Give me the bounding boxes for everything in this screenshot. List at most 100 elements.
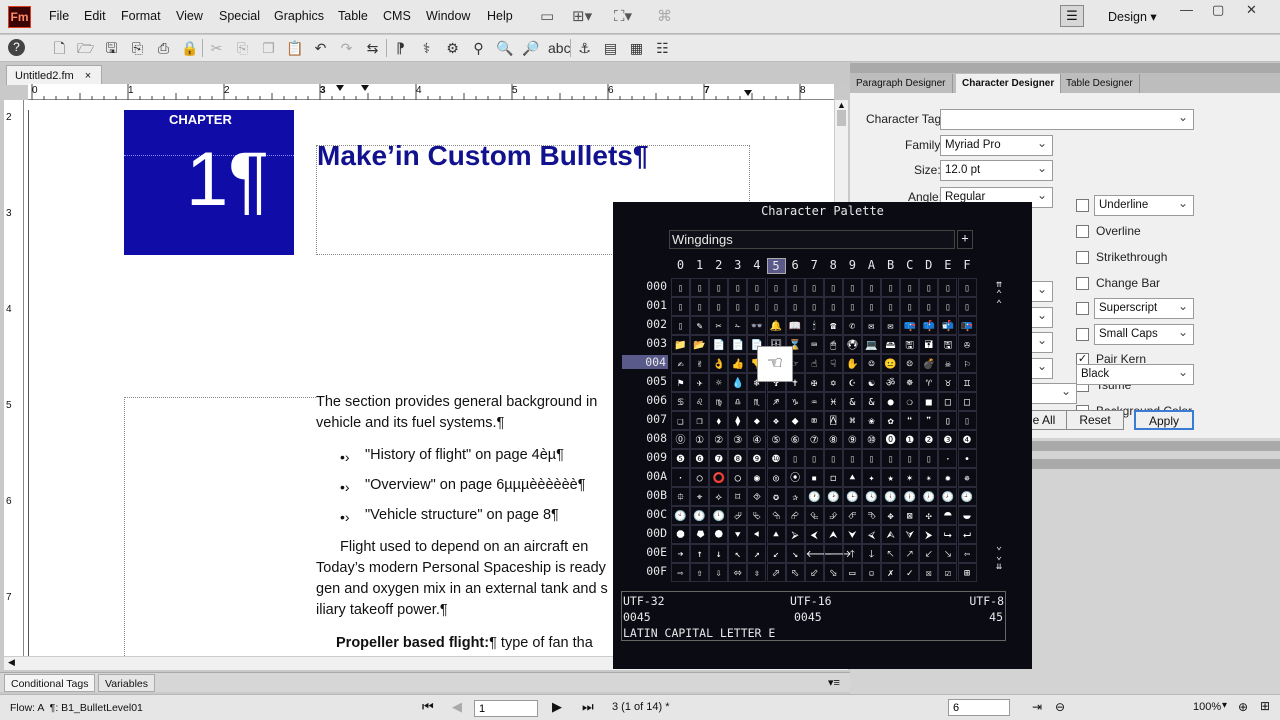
palette-glyph[interactable]: ▯ (747, 297, 767, 316)
zoom-step-input[interactable] (948, 699, 1010, 716)
palette-glyph[interactable]: ⌨ (804, 335, 824, 354)
structure-icon[interactable]: ⌘ (657, 7, 672, 25)
palette-glyph[interactable]: ⇳ (747, 563, 767, 582)
palette-glyph[interactable]: ⌧ (804, 411, 824, 430)
cut-icon[interactable]: ✂ (208, 39, 225, 57)
palette-glyph[interactable]: ♊ (957, 373, 977, 392)
palette-glyph[interactable]: • (957, 449, 977, 468)
palette-glyph[interactable]: 📄 (728, 335, 748, 354)
palette-glyph[interactable]: ▯ (919, 449, 939, 468)
palette-glyph[interactable]: ⌖ (690, 487, 710, 506)
palette-glyph[interactable]: ❻ (690, 449, 710, 468)
palette-glyph[interactable]: ⯂ (690, 525, 710, 544)
palette-glyph[interactable]: 📁 (671, 335, 690, 354)
palette-glyph[interactable]: ✍ (671, 354, 690, 373)
palette-glyph[interactable]: ⮳ (785, 506, 805, 525)
palette-glyph[interactable]: ⯅ (842, 468, 862, 487)
palette-glyph[interactable]: ▯ (881, 449, 901, 468)
palette-glyph[interactable]: ⑥ (785, 430, 805, 449)
palette-glyph[interactable]: ▯ (957, 297, 977, 316)
palette-glyph[interactable]: ⮴ (804, 506, 824, 525)
palette-glyph[interactable]: ⯐ (671, 487, 690, 506)
palette-glyph[interactable]: 🡖 (938, 544, 958, 563)
palette-glyph[interactable]: ▯ (957, 411, 977, 430)
palette-glyph[interactable]: ▯ (671, 297, 690, 316)
fit-page-icon[interactable]: ⇥ (1032, 700, 1042, 714)
palette-glyph[interactable]: ⯊ (938, 506, 958, 525)
palette-glyph[interactable]: ⮝ (823, 525, 843, 544)
apply-button[interactable]: Apply (1134, 410, 1194, 430)
palette-glyph[interactable]: ✓ (900, 563, 920, 582)
palette-glyph[interactable]: ❸ (938, 430, 958, 449)
palette-glyph[interactable]: ⯆ (728, 525, 748, 544)
palette-glyph[interactable]: ⯅ (766, 525, 786, 544)
palette-glyph[interactable]: 🖲 (842, 335, 862, 354)
menu-graphics[interactable]: Graphics (274, 9, 324, 23)
palette-glyph[interactable]: 🔔 (766, 316, 786, 335)
palette-glyph[interactable]: ⧫ (728, 411, 748, 430)
palette-glyph[interactable]: ③ (728, 430, 748, 449)
palette-glyph[interactable]: ☒ (919, 563, 939, 582)
palette-glyph[interactable]: ☹ (900, 354, 920, 373)
palette-glyph[interactable]: ◻ (823, 468, 843, 487)
page-number-input[interactable] (474, 700, 538, 717)
palette-glyph[interactable]: 👓 (747, 316, 767, 335)
palette-glyph[interactable]: ○ (690, 468, 710, 487)
palette-glyph[interactable]: ▯ (900, 297, 920, 316)
palette-glyph[interactable]: ✦ (862, 468, 881, 487)
palette-glyph[interactable]: ⬁ (785, 563, 805, 582)
palette-glyph[interactable]: ◯ (728, 468, 748, 487)
paste-icon[interactable]: 📋 (286, 39, 303, 57)
panel-menu-icon[interactable]: ▾≡ (828, 676, 840, 689)
layout-icon[interactable]: ▭ (540, 7, 554, 25)
checkbox-overline[interactable] (1076, 225, 1089, 238)
palette-glyph[interactable]: ❝ (900, 411, 920, 430)
help-icon[interactable]: ? (8, 39, 25, 56)
palette-glyph[interactable]: ◉ (747, 468, 767, 487)
palette-glyph[interactable]: ▯ (804, 297, 824, 316)
palette-glyph[interactable]: ⟡ (709, 487, 729, 506)
palette-glyph[interactable]: 🖬 (919, 335, 939, 354)
palette-glyph[interactable]: 🕯 (804, 316, 824, 335)
workspace-dropdown[interactable]: Design ▾ (1108, 9, 1157, 24)
palette-glyph[interactable]: ▯ (823, 449, 843, 468)
background-color-dropdown[interactable]: Black (1076, 364, 1194, 385)
palette-glyph[interactable]: ▯ (938, 297, 958, 316)
open-icon[interactable]: 🗁 (77, 39, 94, 57)
tab-table-designer[interactable]: Table Designer (1060, 74, 1140, 93)
ruler-indent-marker[interactable] (336, 85, 344, 91)
palette-glyph[interactable]: 🡕 (900, 544, 920, 563)
palette-glyph[interactable]: ☑ (938, 563, 958, 582)
undo-icon[interactable]: ↶ (312, 39, 329, 57)
palette-glyph[interactable]: ★ (881, 468, 901, 487)
palette-glyph[interactable]: ॐ (881, 373, 901, 392)
palette-glyph[interactable]: ⮠ (957, 525, 977, 544)
palette-glyph[interactable]: ✹ (938, 468, 958, 487)
checkbox-underline[interactable] (1076, 199, 1089, 212)
palette-glyph[interactable]: ① (690, 430, 710, 449)
palette-glyph[interactable]: ▯ (785, 297, 805, 316)
palette-glyph[interactable]: ▯ (671, 278, 690, 297)
palette-glyph[interactable]: ⯇ (747, 525, 767, 544)
insert-marker-icon[interactable]: ⚲ (470, 39, 487, 57)
find-replace-icon[interactable]: 🔎 (522, 39, 539, 57)
palette-glyph[interactable]: ▯ (938, 278, 958, 297)
palette-glyph[interactable]: ✠ (804, 373, 824, 392)
palette-glyph[interactable]: ♒ (804, 392, 824, 411)
document-tab[interactable]: Untitled2.fm × (6, 65, 102, 85)
palette-glyph[interactable]: ❹ (957, 430, 977, 449)
spelling-icon[interactable]: abc (548, 39, 571, 57)
palette-glyph[interactable]: ● (881, 392, 901, 411)
palette-glyph[interactable]: 📫 (919, 316, 939, 335)
palette-glyph[interactable]: · (938, 449, 958, 468)
palette-glyph[interactable]: ▯ (881, 278, 901, 297)
palette-glyph[interactable]: ✁ (728, 316, 748, 335)
palette-glyph[interactable]: ✪ (766, 487, 786, 506)
bullet-item[interactable]: "Vehicle structure" on page 8¶ (365, 507, 559, 523)
palette-glyph[interactable]: ◎ (766, 468, 786, 487)
palette-glyph[interactable]: ⓪ (671, 430, 690, 449)
palette-glyph[interactable]: ♉ (938, 373, 958, 392)
last-page-icon[interactable]: ⏭ (582, 699, 594, 715)
palette-glyph[interactable]: ↙ (766, 544, 786, 563)
palette-glyph[interactable]: ▯ (919, 278, 939, 297)
